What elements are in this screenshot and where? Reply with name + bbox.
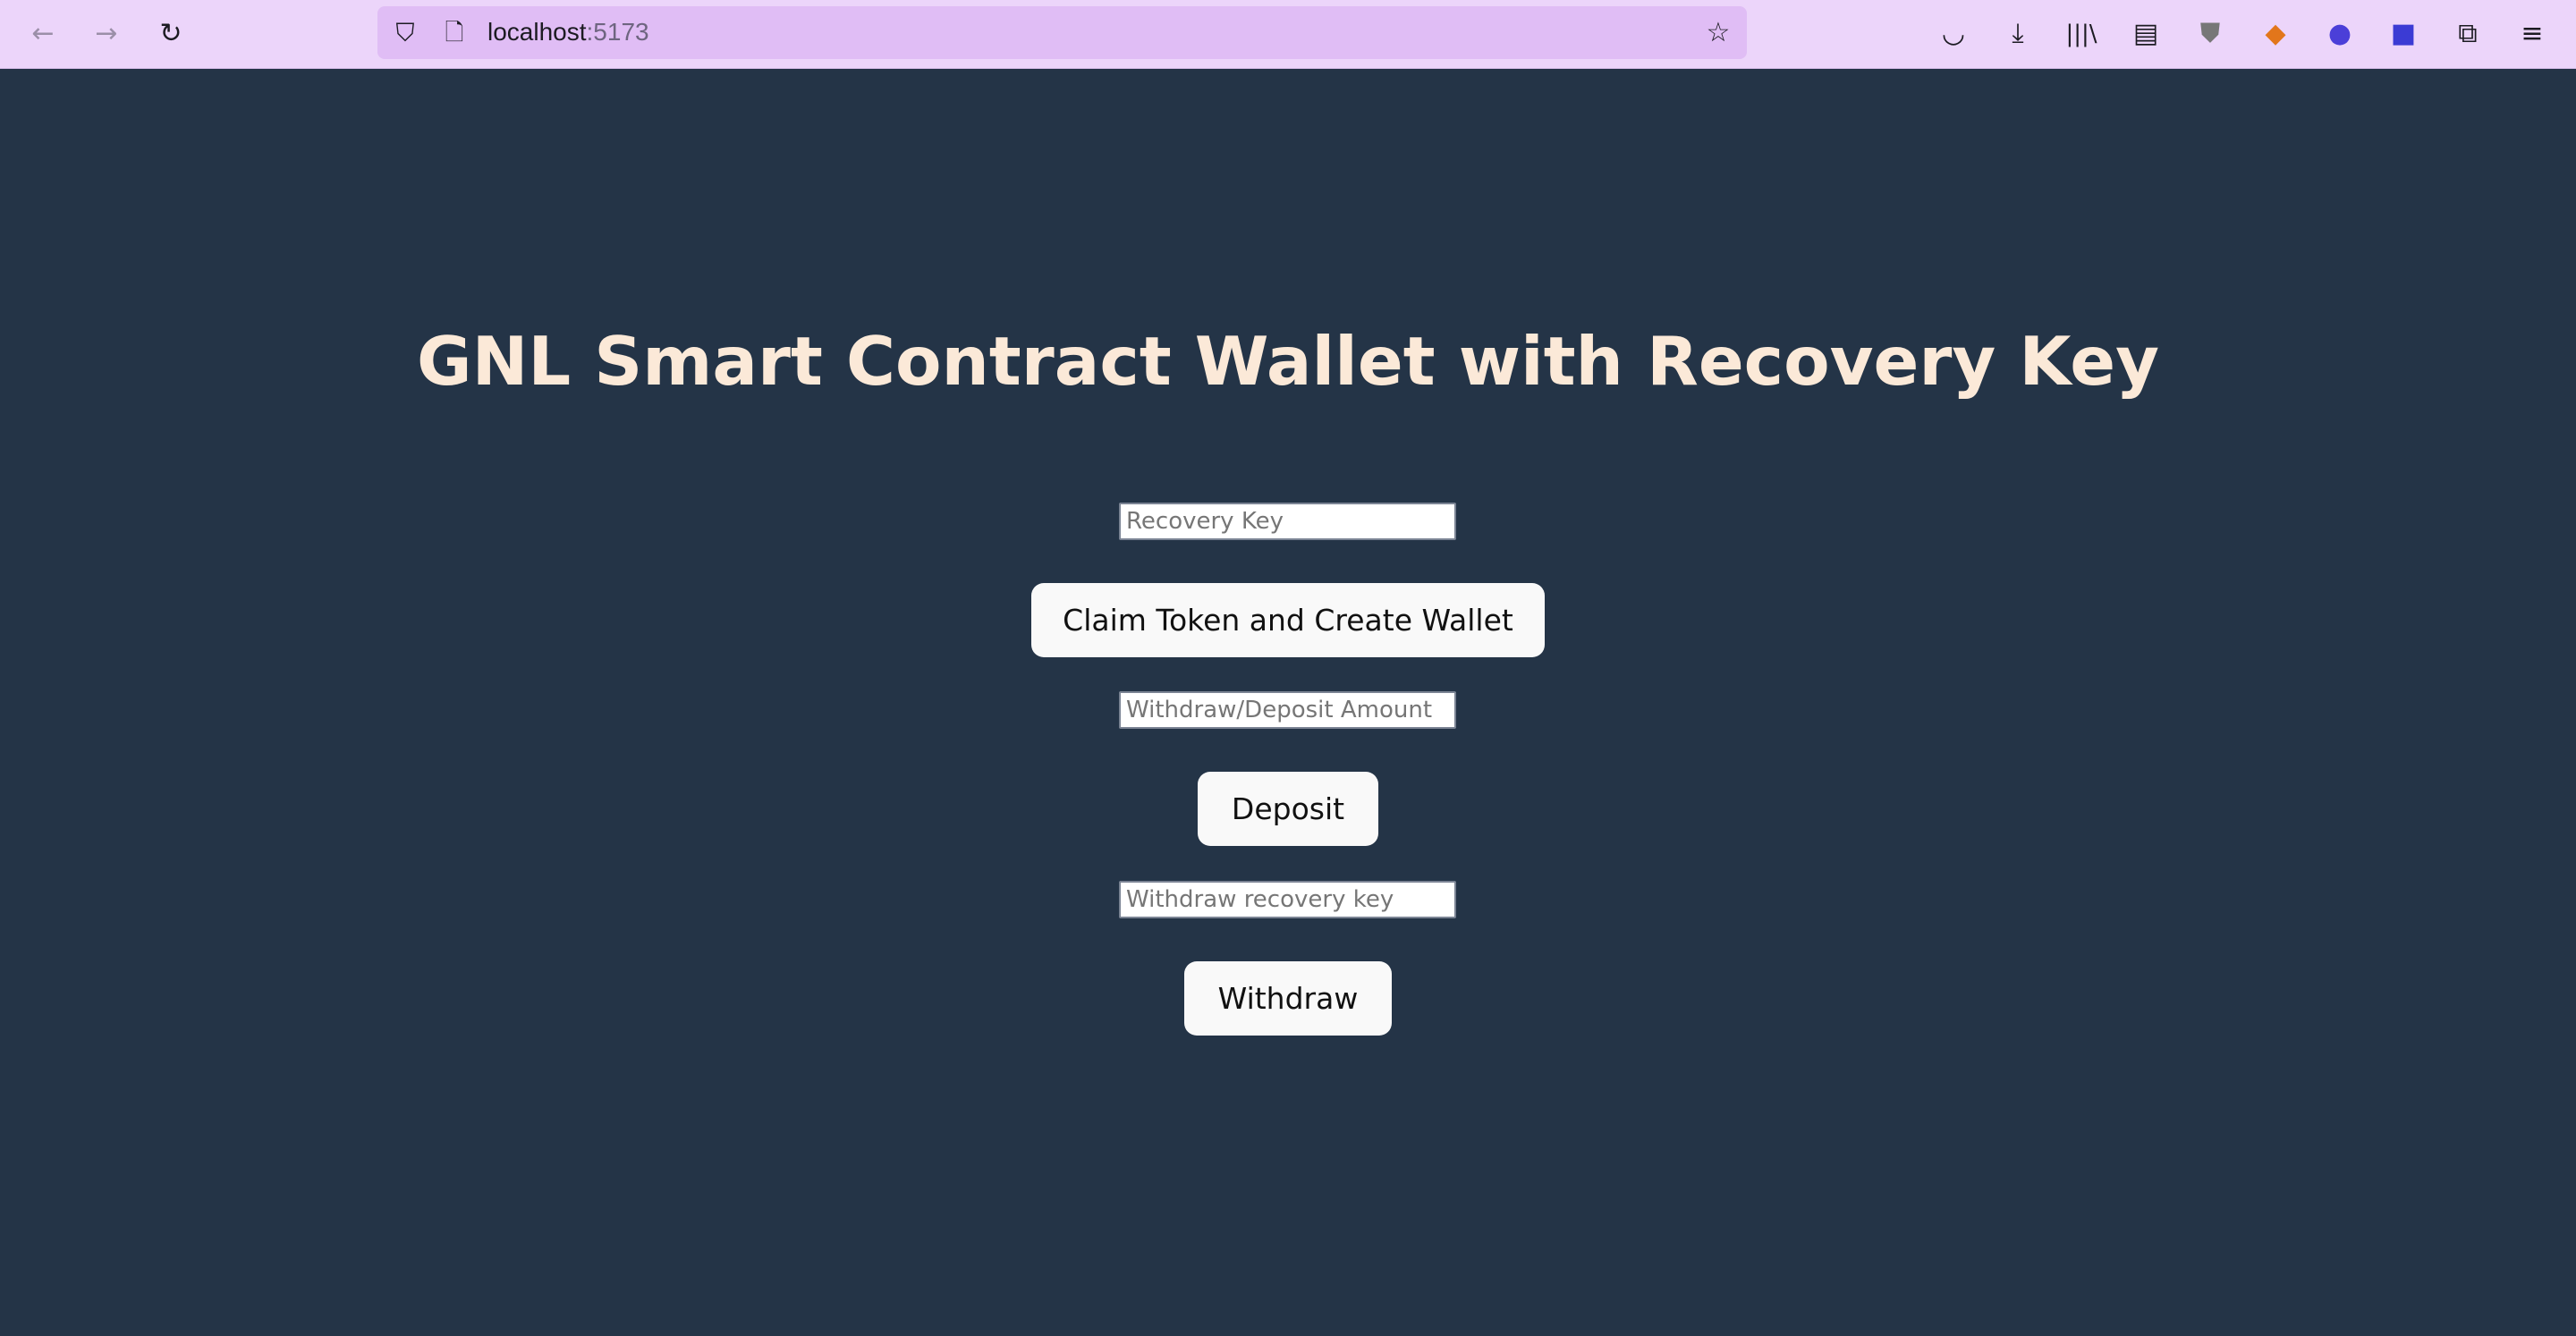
deposit-button[interactable]: Deposit bbox=[1198, 772, 1378, 846]
url-text[interactable]: localhost:5173 bbox=[487, 18, 649, 47]
page-title: GNL Smart Contract Wallet with Recovery … bbox=[417, 322, 2159, 401]
extensions-puzzle-icon[interactable]: ⧉ bbox=[2452, 18, 2484, 50]
extension-a-icon[interactable]: ■ bbox=[2387, 18, 2419, 50]
ublock-icon[interactable]: ⛊ bbox=[2194, 18, 2226, 50]
bookmark-star-icon[interactable]: ☆ bbox=[1702, 17, 1734, 49]
shield-icon[interactable]: ⛉ bbox=[389, 17, 421, 49]
sidebar-icon[interactable]: ▤ bbox=[2130, 18, 2162, 50]
menu-icon[interactable]: ≡ bbox=[2516, 18, 2548, 50]
metamask-icon[interactable]: ◆ bbox=[2259, 18, 2292, 50]
download-icon[interactable]: ⤓ bbox=[2002, 18, 2034, 50]
amount-input[interactable] bbox=[1119, 691, 1456, 729]
reload-icon[interactable]: ↻ bbox=[155, 18, 187, 50]
withdraw-button[interactable]: Withdraw bbox=[1184, 961, 1392, 1036]
browser-toolbar: ← → ↻ ⛉ 🗋 localhost:5173 ☆ ◡ ⤓ |||\ ▤ ⛊ … bbox=[0, 0, 2576, 69]
claim-token-button[interactable]: Claim Token and Create Wallet bbox=[1031, 583, 1545, 657]
library-icon[interactable]: |||\ bbox=[2065, 18, 2097, 50]
withdraw-recovery-key-input[interactable] bbox=[1119, 881, 1456, 918]
pocket-icon[interactable]: ◡ bbox=[1937, 18, 1970, 50]
extension-icon[interactable]: ● bbox=[2324, 18, 2356, 50]
recovery-key-input[interactable] bbox=[1119, 503, 1456, 540]
url-bar[interactable]: ⛉ 🗋 localhost:5173 ☆ bbox=[377, 6, 1747, 59]
forward-icon[interactable]: → bbox=[90, 18, 123, 50]
back-icon[interactable]: ← bbox=[27, 18, 59, 50]
page-icon[interactable]: 🗋 bbox=[438, 17, 470, 49]
